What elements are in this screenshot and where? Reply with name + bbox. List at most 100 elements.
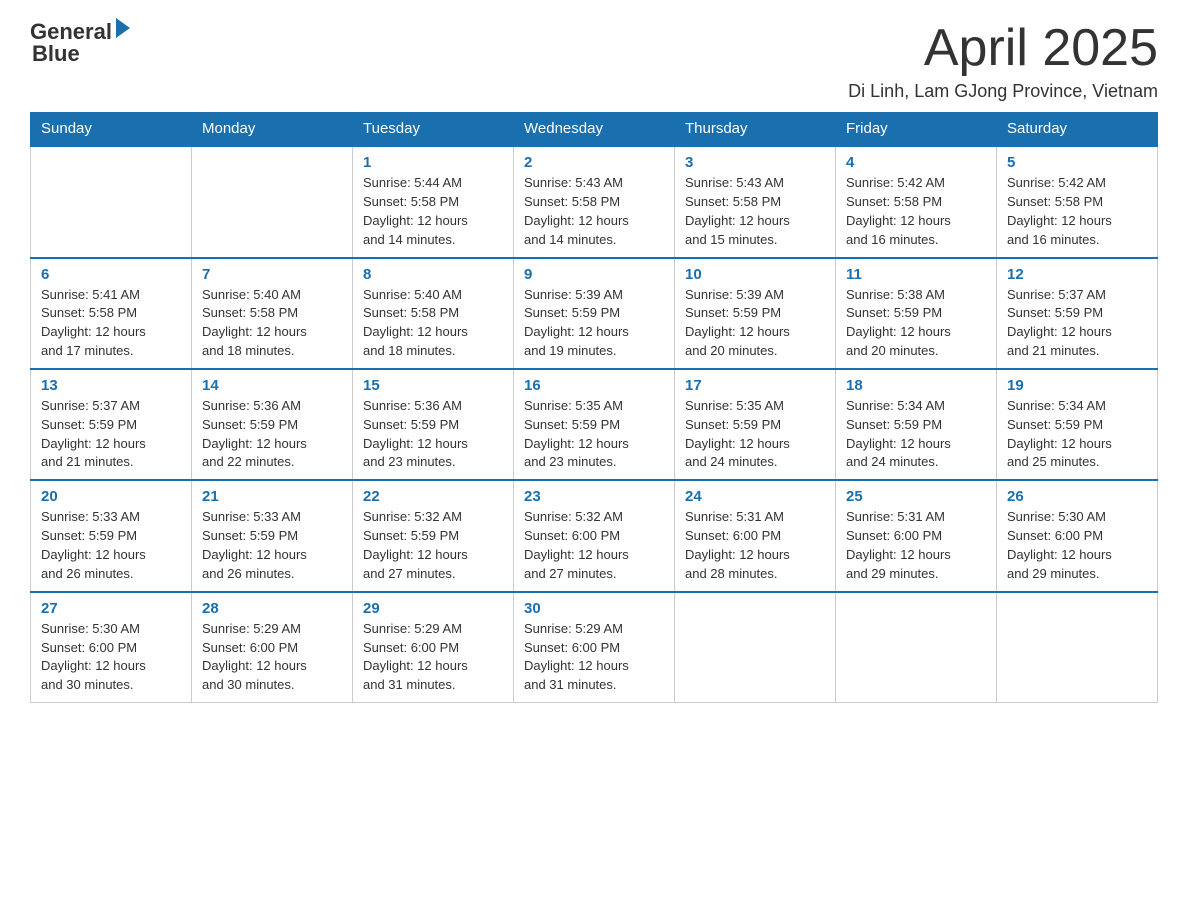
day-number: 24	[685, 488, 825, 505]
calendar-week-3: 13 Sunrise: 5:37 AM Sunset: 5:59 PM Dayli…	[31, 369, 1158, 480]
calendar-cell: 13 Sunrise: 5:37 AM Sunset: 5:59 PM Dayli…	[31, 369, 192, 480]
day-number: 19	[1007, 377, 1147, 394]
calendar-cell: 2 Sunrise: 5:43 AM Sunset: 5:58 PM Daylig…	[514, 146, 675, 257]
calendar-cell: 22Sunrise: 5:32 AM Sunset: 5:59 PM Dayli…	[353, 480, 514, 591]
day-number: 4	[846, 154, 986, 171]
page-header: General Blue April 2025 Di Linh, Lam GJo…	[30, 20, 1158, 102]
calendar-cell: 1 Sunrise: 5:44 AM Sunset: 5:58 PM Daylig…	[353, 146, 514, 257]
day-number: 25	[846, 488, 986, 505]
calendar-cell: 8Sunrise: 5:40 AM Sunset: 5:58 PM Daylig…	[353, 258, 514, 369]
calendar-header: SundayMondayTuesdayWednesdayThursdayFrid…	[31, 112, 1158, 146]
calendar-cell: 4 Sunrise: 5:42 AM Sunset: 5:58 PM Daylig…	[836, 146, 997, 257]
day-info: Sunrise: 5:29 AM Sunset: 6:00 PM Dayligh…	[202, 620, 342, 695]
month-title: April 2025	[848, 20, 1158, 77]
day-header-wednesday: Wednesday	[514, 112, 675, 146]
calendar-cell	[31, 146, 192, 257]
day-number: 15	[363, 377, 503, 394]
calendar-week-2: 6Sunrise: 5:41 AM Sunset: 5:58 PM Daylig…	[31, 258, 1158, 369]
day-info: Sunrise: 5:30 AM Sunset: 6:00 PM Dayligh…	[41, 620, 181, 695]
day-header-sunday: Sunday	[31, 112, 192, 146]
calendar-cell: 16 Sunrise: 5:35 AM Sunset: 5:59 PM Dayli…	[514, 369, 675, 480]
day-header-thursday: Thursday	[675, 112, 836, 146]
day-info: Sunrise: 5:32 AM Sunset: 6:00 PM Dayligh…	[524, 508, 664, 583]
day-number: 14	[202, 377, 342, 394]
day-number: 2	[524, 154, 664, 171]
calendar-cell	[675, 592, 836, 703]
location-text: Di Linh, Lam GJong Province, Vietnam	[848, 81, 1158, 102]
day-info: Sunrise: 5:37 AM Sunset: 5:59 PM Dayligh…	[1007, 286, 1147, 361]
day-info: Sunrise: 5:43 AM Sunset: 5:58 PM Dayligh…	[524, 174, 664, 249]
day-info: Sunrise: 5:33 AM Sunset: 5:59 PM Dayligh…	[202, 508, 342, 583]
day-info: Sunrise: 5:32 AM Sunset: 5:59 PM Dayligh…	[363, 508, 503, 583]
day-info: Sunrise: 5:42 AM Sunset: 5:58 PM Dayligh…	[1007, 174, 1147, 249]
calendar-cell	[836, 592, 997, 703]
day-number: 20	[41, 488, 181, 505]
calendar-cell: 30 Sunrise: 5:29 AM Sunset: 6:00 PM Dayli…	[514, 592, 675, 703]
day-info: Sunrise: 5:30 AM Sunset: 6:00 PM Dayligh…	[1007, 508, 1147, 583]
day-number: 28	[202, 600, 342, 617]
day-info: Sunrise: 5:29 AM Sunset: 6:00 PM Dayligh…	[524, 620, 664, 695]
calendar-cell	[192, 146, 353, 257]
day-number: 17	[685, 377, 825, 394]
day-info: Sunrise: 5:40 AM Sunset: 5:58 PM Dayligh…	[202, 286, 342, 361]
calendar-cell: 25 Sunrise: 5:31 AM Sunset: 6:00 PM Dayli…	[836, 480, 997, 591]
calendar-cell: 14Sunrise: 5:36 AM Sunset: 5:59 PM Dayli…	[192, 369, 353, 480]
calendar-cell: 27 Sunrise: 5:30 AM Sunset: 6:00 PM Dayli…	[31, 592, 192, 703]
day-info: Sunrise: 5:43 AM Sunset: 5:58 PM Dayligh…	[685, 174, 825, 249]
day-number: 26	[1007, 488, 1147, 505]
calendar-cell: 10 Sunrise: 5:39 AM Sunset: 5:59 PM Dayli…	[675, 258, 836, 369]
calendar-cell: 6Sunrise: 5:41 AM Sunset: 5:58 PM Daylig…	[31, 258, 192, 369]
calendar-cell: 12 Sunrise: 5:37 AM Sunset: 5:59 PM Dayli…	[997, 258, 1158, 369]
day-info: Sunrise: 5:44 AM Sunset: 5:58 PM Dayligh…	[363, 174, 503, 249]
calendar-cell: 17 Sunrise: 5:35 AM Sunset: 5:59 PM Dayli…	[675, 369, 836, 480]
day-number: 10	[685, 266, 825, 283]
logo: General Blue	[30, 20, 130, 66]
calendar-cell: 23 Sunrise: 5:32 AM Sunset: 6:00 PM Dayli…	[514, 480, 675, 591]
day-number: 23	[524, 488, 664, 505]
day-info: Sunrise: 5:35 AM Sunset: 5:59 PM Dayligh…	[524, 397, 664, 472]
day-header-tuesday: Tuesday	[353, 112, 514, 146]
calendar-table: SundayMondayTuesdayWednesdayThursdayFrid…	[30, 112, 1158, 703]
calendar-week-5: 27 Sunrise: 5:30 AM Sunset: 6:00 PM Dayli…	[31, 592, 1158, 703]
day-number: 1	[363, 154, 503, 171]
day-info: Sunrise: 5:35 AM Sunset: 5:59 PM Dayligh…	[685, 397, 825, 472]
calendar-cell: 18Sunrise: 5:34 AM Sunset: 5:59 PM Dayli…	[836, 369, 997, 480]
day-header-friday: Friday	[836, 112, 997, 146]
calendar-week-1: 1 Sunrise: 5:44 AM Sunset: 5:58 PM Daylig…	[31, 146, 1158, 257]
calendar-cell: 21 Sunrise: 5:33 AM Sunset: 5:59 PM Dayli…	[192, 480, 353, 591]
day-number: 7	[202, 266, 342, 283]
calendar-cell: 24 Sunrise: 5:31 AM Sunset: 6:00 PM Dayli…	[675, 480, 836, 591]
calendar-cell: 29Sunrise: 5:29 AM Sunset: 6:00 PM Dayli…	[353, 592, 514, 703]
day-info: Sunrise: 5:37 AM Sunset: 5:59 PM Dayligh…	[41, 397, 181, 472]
title-block: April 2025 Di Linh, Lam GJong Province, …	[848, 20, 1158, 102]
day-number: 11	[846, 266, 986, 283]
day-number: 18	[846, 377, 986, 394]
day-number: 16	[524, 377, 664, 394]
day-number: 21	[202, 488, 342, 505]
logo-arrow-icon	[116, 18, 130, 38]
day-info: Sunrise: 5:29 AM Sunset: 6:00 PM Dayligh…	[363, 620, 503, 695]
calendar-cell: 28 Sunrise: 5:29 AM Sunset: 6:00 PM Dayli…	[192, 592, 353, 703]
calendar-cell: 26 Sunrise: 5:30 AM Sunset: 6:00 PM Dayli…	[997, 480, 1158, 591]
logo-blue-text: Blue	[32, 42, 80, 66]
day-info: Sunrise: 5:31 AM Sunset: 6:00 PM Dayligh…	[846, 508, 986, 583]
day-number: 13	[41, 377, 181, 394]
header-row: SundayMondayTuesdayWednesdayThursdayFrid…	[31, 112, 1158, 146]
day-number: 5	[1007, 154, 1147, 171]
day-number: 12	[1007, 266, 1147, 283]
day-number: 6	[41, 266, 181, 283]
day-number: 30	[524, 600, 664, 617]
calendar-cell: 9Sunrise: 5:39 AM Sunset: 5:59 PM Daylig…	[514, 258, 675, 369]
calendar-cell: 19 Sunrise: 5:34 AM Sunset: 5:59 PM Dayli…	[997, 369, 1158, 480]
calendar-cell: 20 Sunrise: 5:33 AM Sunset: 5:59 PM Dayli…	[31, 480, 192, 591]
day-header-monday: Monday	[192, 112, 353, 146]
calendar-cell: 5 Sunrise: 5:42 AM Sunset: 5:58 PM Daylig…	[997, 146, 1158, 257]
day-info: Sunrise: 5:40 AM Sunset: 5:58 PM Dayligh…	[363, 286, 503, 361]
day-number: 27	[41, 600, 181, 617]
day-info: Sunrise: 5:34 AM Sunset: 5:59 PM Dayligh…	[1007, 397, 1147, 472]
day-info: Sunrise: 5:33 AM Sunset: 5:59 PM Dayligh…	[41, 508, 181, 583]
day-info: Sunrise: 5:39 AM Sunset: 5:59 PM Dayligh…	[685, 286, 825, 361]
day-info: Sunrise: 5:31 AM Sunset: 6:00 PM Dayligh…	[685, 508, 825, 583]
day-info: Sunrise: 5:42 AM Sunset: 5:58 PM Dayligh…	[846, 174, 986, 249]
day-number: 9	[524, 266, 664, 283]
